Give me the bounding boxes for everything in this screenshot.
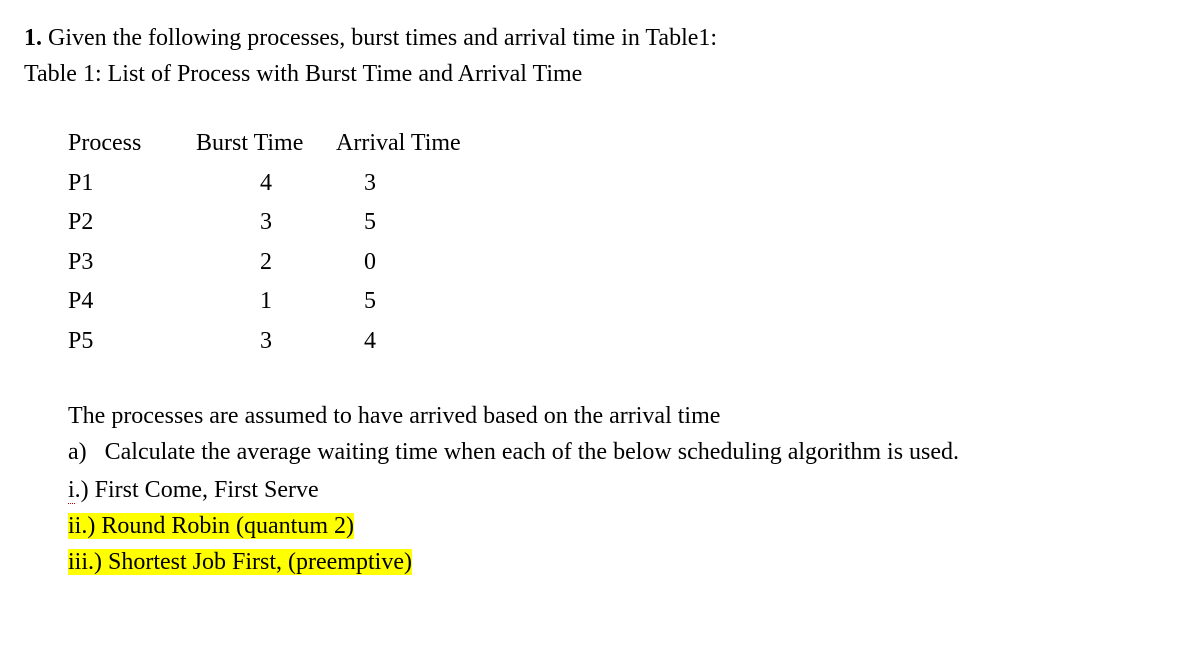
cell-process: P5: [68, 322, 196, 362]
table-row: P2 3 5: [68, 203, 1176, 243]
intro-line-2: Table 1: List of Process with Burst Time…: [24, 56, 1176, 92]
cell-arrival: 0: [336, 243, 516, 283]
cell-arrival: 5: [336, 282, 516, 322]
process-table: Process Burst Time Arrival Time P1 4 3 P…: [68, 124, 1176, 362]
cell-burst: 2: [196, 243, 336, 283]
question-number: 1.: [24, 25, 42, 51]
cell-process: P4: [68, 282, 196, 322]
table-row: P1 4 3: [68, 164, 1176, 204]
sub-items: i.) First Come, First Serve ii.) Round R…: [68, 472, 1176, 580]
cell-burst: 3: [196, 203, 336, 243]
table-row: P5 3 4: [68, 322, 1176, 362]
assumption-text: The processes are assumed to have arrive…: [68, 398, 1176, 434]
table-row: P4 1 5: [68, 282, 1176, 322]
cell-burst: 4: [196, 164, 336, 204]
item-iii-text: iii.) Shortest Job First, (preemptive): [68, 549, 412, 575]
intro-line-1: 1. Given the following processes, burst …: [24, 20, 1176, 56]
item-ii-text: ii.) Round Robin (quantum 2): [68, 513, 354, 539]
cell-process: P2: [68, 203, 196, 243]
header-arrival: Arrival Time: [336, 124, 516, 164]
item-i: i.) First Come, First Serve: [68, 472, 1176, 508]
question-body: The processes are assumed to have arrive…: [68, 398, 1176, 580]
header-process: Process: [68, 124, 196, 164]
item-i-num: i: [68, 477, 75, 504]
item-ii: ii.) Round Robin (quantum 2): [68, 508, 1176, 544]
item-i-text: .) First Come, First Serve: [75, 477, 319, 503]
header-burst: Burst Time: [196, 124, 336, 164]
cell-arrival: 4: [336, 322, 516, 362]
cell-process: P1: [68, 164, 196, 204]
table-row: P3 2 0: [68, 243, 1176, 283]
part-a-text: a) Calculate the average waiting time wh…: [68, 434, 1176, 470]
item-iii: iii.) Shortest Job First, (preemptive): [68, 544, 1176, 580]
cell-burst: 3: [196, 322, 336, 362]
cell-arrival: 5: [336, 203, 516, 243]
cell-arrival: 3: [336, 164, 516, 204]
cell-burst: 1: [196, 282, 336, 322]
table-header-row: Process Burst Time Arrival Time: [68, 124, 1176, 164]
question-intro: 1. Given the following processes, burst …: [24, 20, 1176, 92]
intro-line-1-text: Given the following processes, burst tim…: [42, 25, 717, 51]
cell-process: P3: [68, 243, 196, 283]
